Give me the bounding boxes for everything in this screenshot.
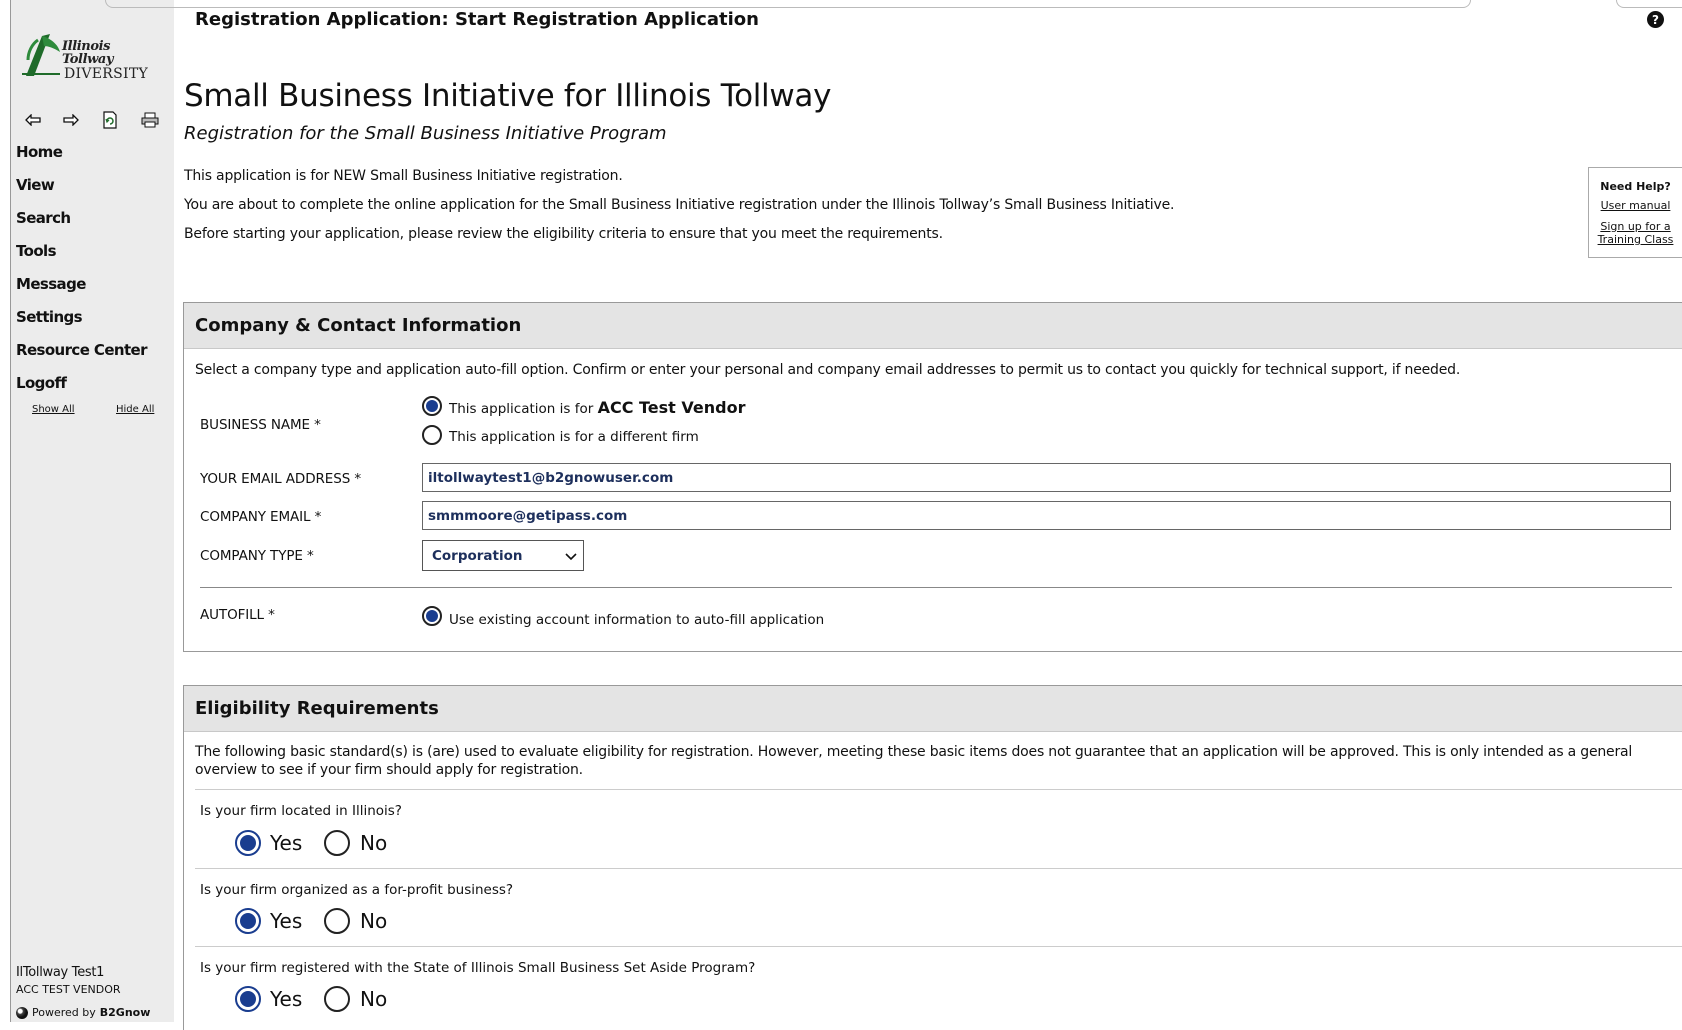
question-3-text: Is your firm registered with the State o… [200, 960, 756, 976]
question-1-yes-radio[interactable] [235, 830, 261, 856]
company-contact-heading: Company & Contact Information [184, 303, 1682, 349]
question-2-yes-label: Yes [270, 909, 303, 933]
hide-all-link[interactable]: Hide All [116, 404, 154, 415]
business-name-other-firm-text: This application is for a different firm [449, 429, 699, 445]
option-this-firm-name: ACC Test Vendor [597, 398, 746, 417]
company-contact-description: Select a company type and application au… [195, 362, 1461, 378]
company-email-field[interactable] [422, 501, 1671, 530]
question-3-yes-label: Yes [270, 987, 303, 1011]
logo-leaf-icon [22, 34, 60, 76]
sidebar-item-message[interactable]: Message [16, 275, 86, 293]
company-contact-panel: Company & Contact Information Select a c… [183, 302, 1682, 652]
question-1-no-label: No [360, 831, 388, 855]
refresh-icon[interactable] [98, 108, 122, 132]
question-separator [195, 868, 1682, 869]
sidebar-item-search[interactable]: Search [16, 209, 71, 227]
sidebar-toolbar [21, 108, 171, 132]
top-bar-edge-right [1616, 0, 1682, 8]
company-type-label: COMPANY TYPE * [200, 548, 314, 564]
business-name-label: BUSINESS NAME * [200, 417, 321, 433]
question-3-no-radio[interactable] [324, 986, 350, 1012]
business-name-other-firm-radio[interactable] [422, 425, 442, 445]
chevron-down-icon [565, 553, 577, 561]
powered-by[interactable]: Powered by B2Gnow [16, 1006, 150, 1019]
option-this-prefix: This application is for [449, 401, 594, 417]
powered-by-text: Powered by [32, 1006, 96, 1019]
question-separator [195, 789, 1682, 790]
section-divider [200, 587, 1672, 588]
arrow-right-icon[interactable] [59, 108, 83, 132]
eligibility-description: The following basic standard(s) is (are)… [195, 744, 1633, 778]
training-link-line2: Training Class [1597, 233, 1674, 246]
intro-line-1: This application is for NEW Small Busine… [184, 168, 623, 184]
sidebar-item-tools[interactable]: Tools [16, 242, 57, 260]
user-manual-link[interactable]: User manual [1589, 199, 1682, 212]
intro-line-3: Before starting your application, please… [184, 226, 943, 242]
email-label: YOUR EMAIL ADDRESS * [200, 471, 362, 487]
page-header-title: Registration Application: Start Registra… [195, 9, 759, 30]
logo-text-line1: Illinois Tollway [62, 39, 114, 67]
need-help-title: Need Help? [1600, 180, 1671, 193]
question-2-no-radio[interactable] [324, 908, 350, 934]
question-2-no-label: No [360, 909, 388, 933]
question-2-text: Is your firm organized as a for-profit b… [200, 882, 514, 898]
logo-text-line2: DIVERSITY [64, 66, 149, 82]
sidebar-item-settings[interactable]: Settings [16, 308, 83, 326]
sidebar: Illinois Tollway DIVERSITY Home View Sea… [11, 0, 174, 1022]
b2gnow-logo-icon [16, 1006, 28, 1019]
print-icon[interactable] [138, 108, 162, 132]
sidebar-item-logoff[interactable]: Logoff [16, 374, 67, 392]
question-3-yes-radio[interactable] [235, 986, 261, 1012]
email-field[interactable] [422, 463, 1671, 492]
autofill-radio[interactable] [422, 606, 442, 626]
company-type-select[interactable]: Corporation [422, 540, 584, 571]
question-1-yes-label: Yes [270, 831, 303, 855]
illinois-tollway-diversity-logo[interactable]: Illinois Tollway DIVERSITY [20, 28, 154, 84]
user-name: IlTollway Test1 [16, 965, 105, 980]
question-circle-icon[interactable]: ? [1647, 11, 1664, 28]
sidebar-item-home[interactable]: Home [16, 143, 63, 161]
company-type-value: Corporation [432, 547, 523, 564]
top-search-bar-edge [105, 0, 1471, 8]
page-title: Small Business Initiative for Illinois T… [184, 78, 832, 114]
business-name-this-firm-text: This application is for ACC Test Vendor [449, 398, 745, 417]
sidebar-item-view[interactable]: View [16, 176, 55, 194]
eligibility-panel: Eligibility Requirements The following b… [183, 685, 1682, 1030]
eligibility-heading: Eligibility Requirements [184, 686, 1682, 732]
page-subtitle: Registration for the Small Business Init… [184, 123, 667, 144]
question-1-no-radio[interactable] [324, 830, 350, 856]
autofill-option-text: Use existing account information to auto… [449, 612, 825, 628]
arrow-left-icon[interactable] [21, 108, 45, 132]
question-3-no-label: No [360, 987, 388, 1011]
user-info: IlTollway Test1 ACC TEST VENDOR [16, 965, 121, 996]
question-1-text: Is your firm located in Illinois? [200, 803, 402, 819]
question-separator [195, 946, 1682, 947]
need-help-box: Need Help? User manual Sign up for a Tra… [1588, 167, 1682, 258]
powered-by-brand: B2Gnow [99, 1006, 151, 1019]
training-link-line1: Sign up for a [1600, 220, 1671, 233]
user-company: ACC TEST VENDOR [16, 983, 121, 996]
autofill-label: AUTOFILL * [200, 607, 275, 623]
sidebar-item-resource-center[interactable]: Resource Center [16, 341, 148, 359]
question-2-yes-radio[interactable] [235, 908, 261, 934]
business-name-this-firm-radio[interactable] [422, 396, 442, 416]
show-all-link[interactable]: Show All [32, 404, 75, 415]
training-class-link[interactable]: Sign up for a Training Class [1589, 220, 1682, 246]
company-email-label: COMPANY EMAIL * [200, 509, 322, 525]
intro-line-2: You are about to complete the online app… [184, 197, 1175, 213]
